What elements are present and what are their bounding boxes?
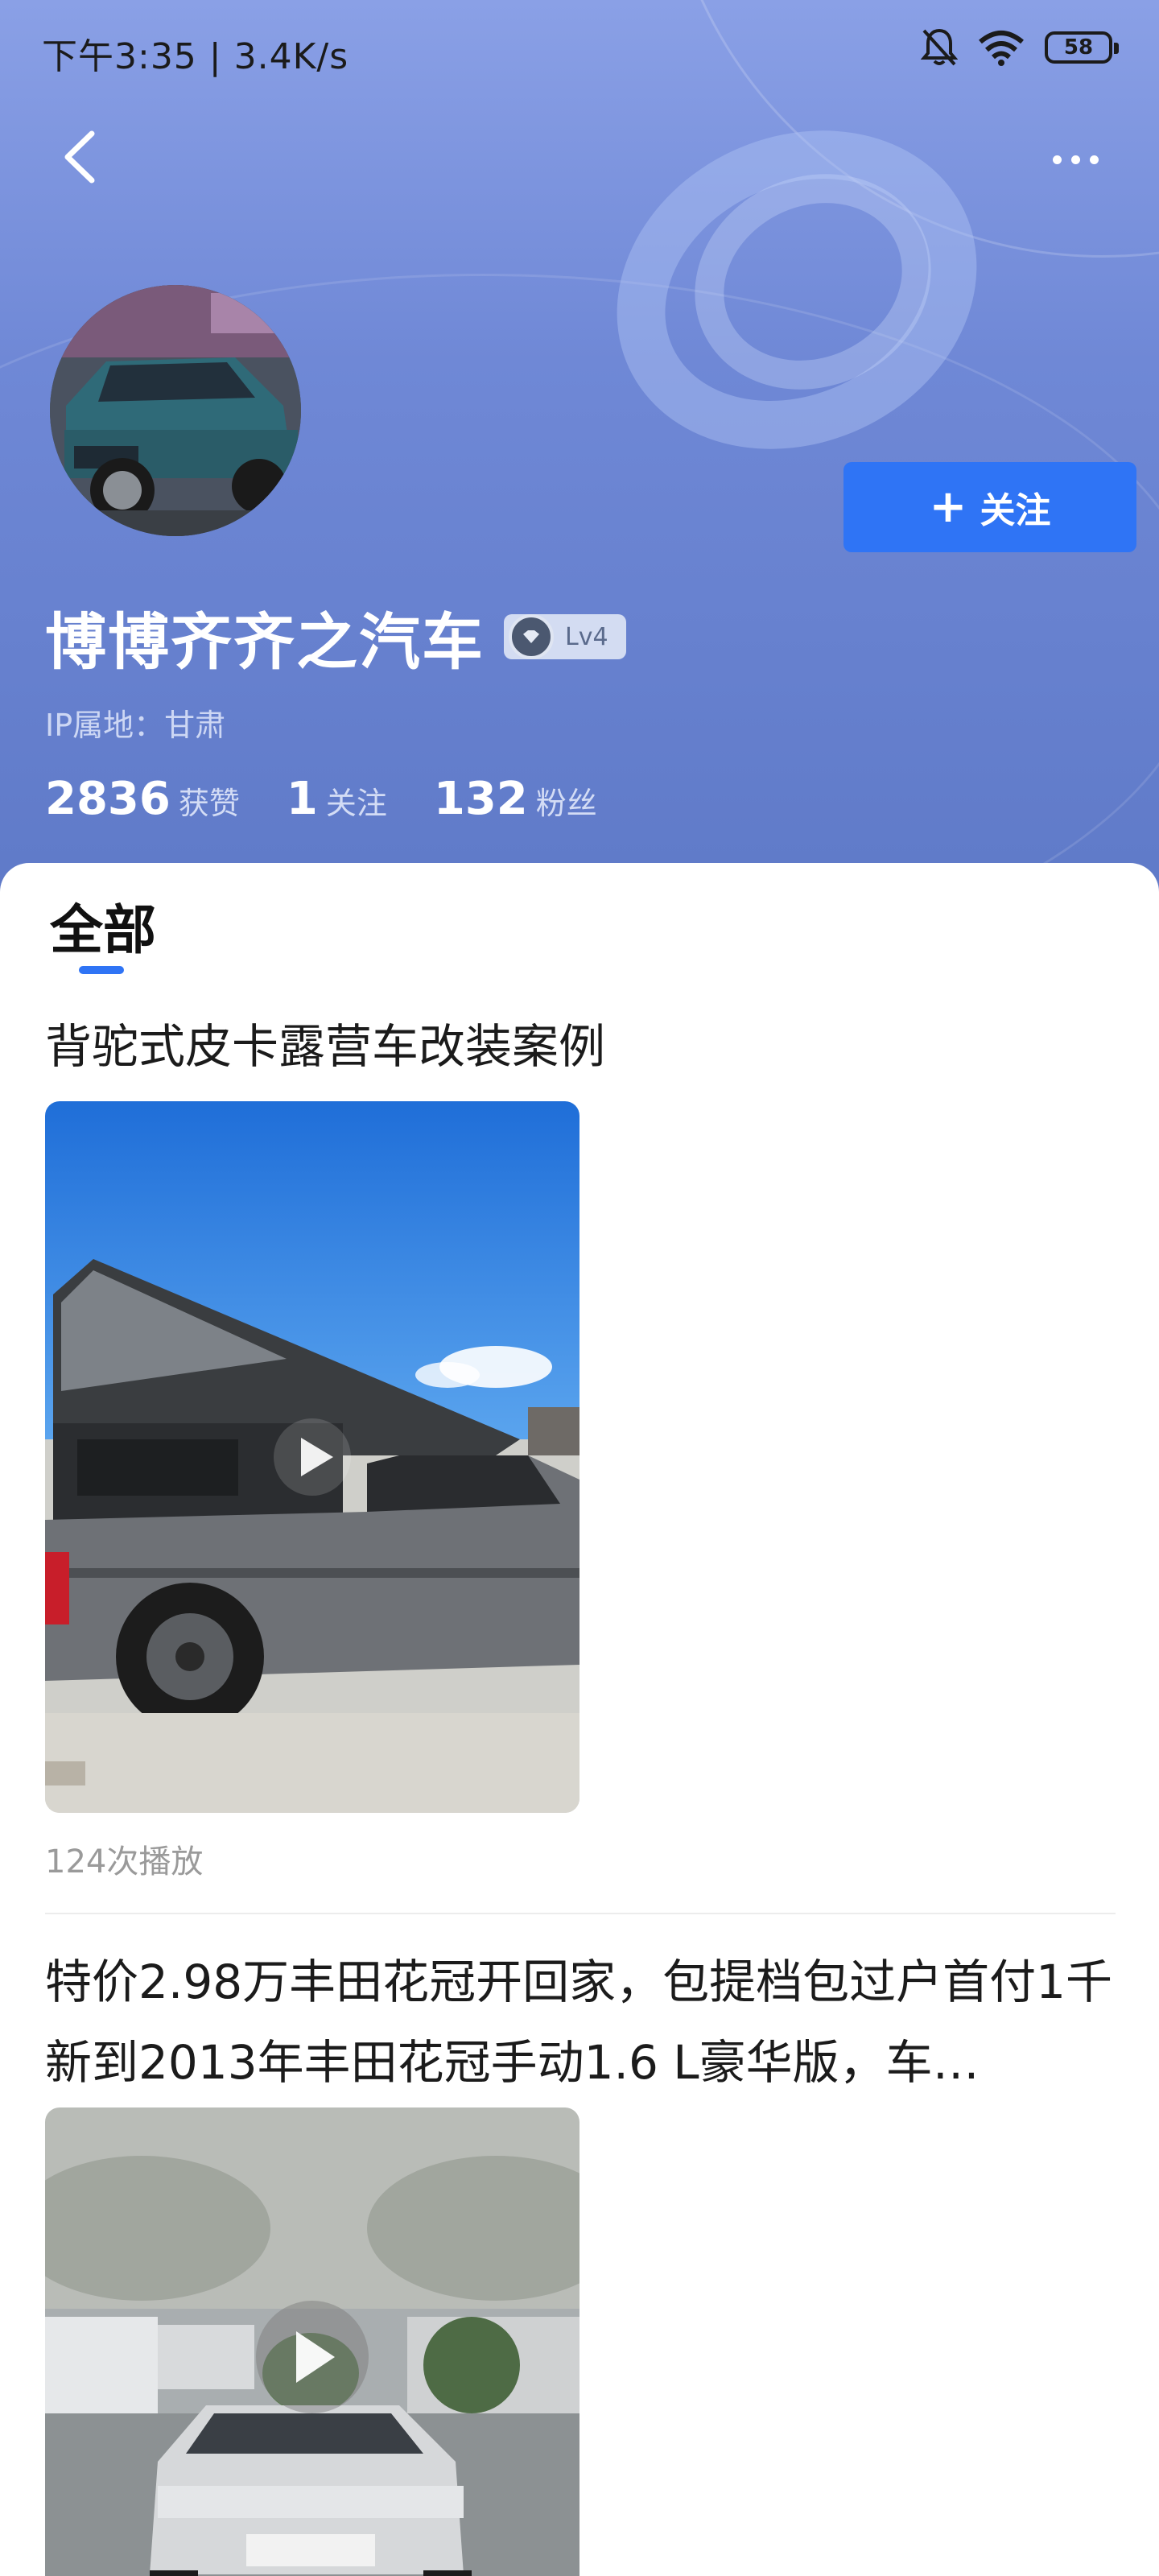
profile-stats: 2836 获赞 1 关注 132 粉丝 <box>45 773 597 825</box>
back-button[interactable] <box>56 129 105 185</box>
avatar-car-image <box>50 285 301 536</box>
battery-level: 58 <box>1063 35 1094 60</box>
battery-icon: 58 <box>1045 31 1119 64</box>
name-row: 博博齐齐之汽车 Lv4 <box>45 592 626 681</box>
stat-value: 2836 <box>45 773 171 825</box>
avatar[interactable] <box>50 285 301 536</box>
video-thumbnail[interactable] <box>45 2107 580 2576</box>
stat-value: 132 <box>433 773 528 825</box>
diamond-icon <box>509 614 554 659</box>
bell-off-icon <box>921 28 958 66</box>
play-count: 124次播放 <box>45 1843 204 1880</box>
status-time: 下午3:35 | 3.4K/s <box>42 36 349 77</box>
stat-likes: 2836 获赞 <box>45 773 240 825</box>
level-badge[interactable]: Lv4 <box>504 614 626 659</box>
tab-active-indicator <box>79 966 124 974</box>
status-icons: 58 <box>921 27 1119 68</box>
stat-label: 关注 <box>325 786 387 821</box>
more-button[interactable] <box>1043 143 1107 175</box>
stat-label: 获赞 <box>178 786 240 821</box>
follow-button-label: 关注 <box>980 490 1051 531</box>
play-icon[interactable] <box>274 1418 351 1496</box>
divider <box>45 1913 1116 1914</box>
stat-value: 1 <box>286 773 318 825</box>
level-label: Lv4 <box>565 622 608 651</box>
play-icon[interactable] <box>256 2301 369 2413</box>
ip-location: IP属地：甘肃 <box>45 708 226 743</box>
more-dots-icon <box>1070 155 1080 164</box>
stat-label: 粉丝 <box>535 786 597 821</box>
status-bar: 下午3:35 | 3.4K/s 58 <box>0 0 1159 100</box>
post-title[interactable]: 特价2.98万丰田花冠开回家，包提档包过户首付1千 新到2013年丰田花冠手动1… <box>45 1942 1116 2103</box>
plus-icon: + <box>929 481 967 533</box>
stat-followers[interactable]: 132 粉丝 <box>434 773 597 825</box>
profile-name: 博博齐齐之汽车 <box>45 606 485 678</box>
stat-following[interactable]: 1 关注 <box>287 773 387 825</box>
profile-header: 下午3:35 | 3.4K/s 58 + 关注 博博齐齐之汽车 Lv4 IP属地… <box>0 0 1159 902</box>
wifi-icon <box>979 31 1024 66</box>
content-panel: 全部 背驼式皮卡露营车改装案例 124次播放 特价2.98万丰田花冠开回家，包提… <box>0 863 1159 2576</box>
more-dots-icon <box>1089 155 1099 164</box>
video-thumbnail[interactable] <box>45 1101 580 1813</box>
tab-all[interactable]: 全部 <box>50 887 156 964</box>
more-dots-icon <box>1052 155 1062 164</box>
post-title[interactable]: 背驼式皮卡露营车改装案例 <box>45 1006 1116 1087</box>
follow-button[interactable]: + 关注 <box>843 462 1136 552</box>
